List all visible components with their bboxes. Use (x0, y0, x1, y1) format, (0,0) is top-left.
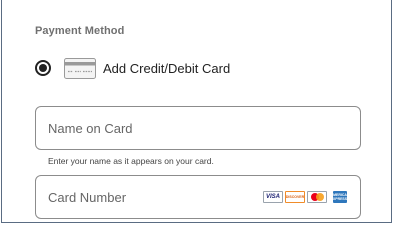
section-title: Payment Method (35, 25, 125, 37)
card-number-field[interactable]: VISA DISCOVER AMERICAN EXPRESS (35, 175, 361, 219)
name-on-card-field[interactable] (35, 106, 361, 150)
discover-logo: DISCOVER (285, 191, 305, 203)
name-on-card-input[interactable] (48, 107, 248, 149)
name-helper-text: Enter your name as it appears on your ca… (48, 156, 214, 166)
payment-panel: Payment Method Add Credit/Debit Card Ent… (1, 0, 392, 223)
mastercard-logo (307, 191, 327, 203)
add-card-radio[interactable] (35, 60, 51, 76)
amex-logo: AMERICAN EXPRESS (333, 191, 347, 203)
visa-logo: VISA (263, 191, 283, 203)
add-card-label: Add Credit/Debit Card (103, 60, 231, 76)
card-number-input[interactable] (48, 176, 248, 218)
accepted-cards: VISA DISCOVER AMERICAN EXPRESS (263, 191, 349, 203)
radio-selected-dot (39, 64, 47, 72)
credit-card-icon (64, 57, 96, 79)
add-card-option[interactable]: Add Credit/Debit Card (35, 56, 255, 80)
